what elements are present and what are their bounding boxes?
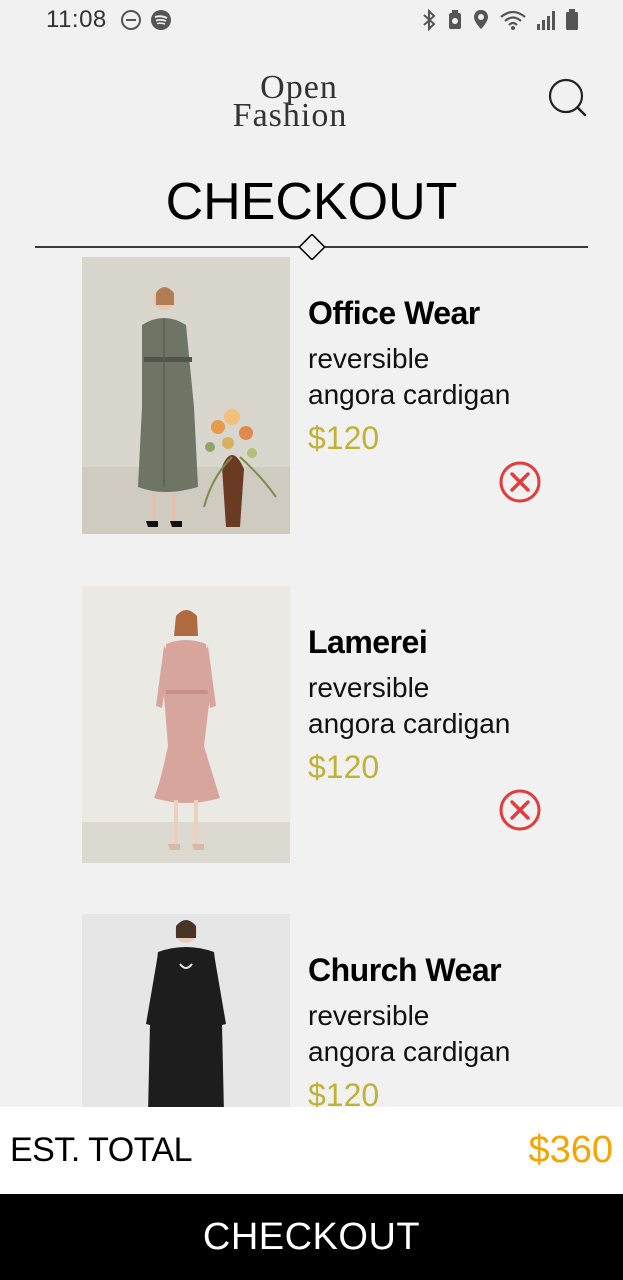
battery-icon — [565, 8, 579, 32]
estimated-total-bar: EST. TOTAL $360 — [0, 1107, 623, 1194]
brand-logo[interactable]: Open Fashion — [200, 71, 380, 134]
cart-item: Lamerei reversible angora cardigan $120 — [82, 586, 562, 866]
item-desc-line2: angora cardigan — [308, 708, 511, 739]
cart-item: Office Wear reversible angora cardigan $… — [82, 257, 562, 537]
item-brand: Lamerei — [308, 624, 428, 660]
status-right-icons — [420, 8, 579, 32]
bluetooth-icon — [420, 8, 438, 32]
do-not-disturb-icon — [120, 9, 142, 31]
item-brand: Office Wear — [308, 295, 480, 331]
item-price: $120 — [308, 749, 380, 785]
item-desc-line1: reversible — [308, 1000, 430, 1031]
total-value: $360 — [528, 1129, 613, 1171]
item-price: $120 — [308, 420, 380, 456]
search-icon — [546, 78, 590, 124]
logo-line-fashion: Fashion — [232, 97, 348, 134]
total-label: EST. TOTAL — [10, 1131, 193, 1169]
search-button[interactable] — [546, 76, 590, 120]
status-time: 11:08 — [46, 6, 107, 33]
remove-item-button[interactable] — [498, 788, 542, 832]
cell-signal-icon — [536, 9, 556, 31]
product-image[interactable] — [82, 257, 290, 534]
status-left-icons — [120, 9, 172, 31]
item-desc-line1: reversible — [308, 672, 430, 703]
status-bar: 11:08 — [0, 0, 623, 42]
remove-circle-x-icon — [498, 789, 542, 836]
checkout-button[interactable]: CHECKOUT — [0, 1194, 623, 1280]
remove-circle-x-icon — [498, 461, 542, 508]
wifi-icon — [499, 8, 527, 32]
item-desc-line1: reversible — [308, 343, 430, 374]
location-icon — [472, 8, 490, 32]
remove-item-button[interactable] — [498, 460, 542, 504]
page-title: CHECKOUT — [165, 173, 458, 231]
item-desc-line2: angora cardigan — [308, 379, 511, 410]
product-image[interactable] — [82, 586, 290, 863]
item-brand: Church Wear — [308, 952, 502, 988]
spotify-icon — [150, 9, 172, 31]
battery-saver-icon — [447, 8, 463, 32]
item-desc-line2: angora cardigan — [308, 1036, 511, 1067]
